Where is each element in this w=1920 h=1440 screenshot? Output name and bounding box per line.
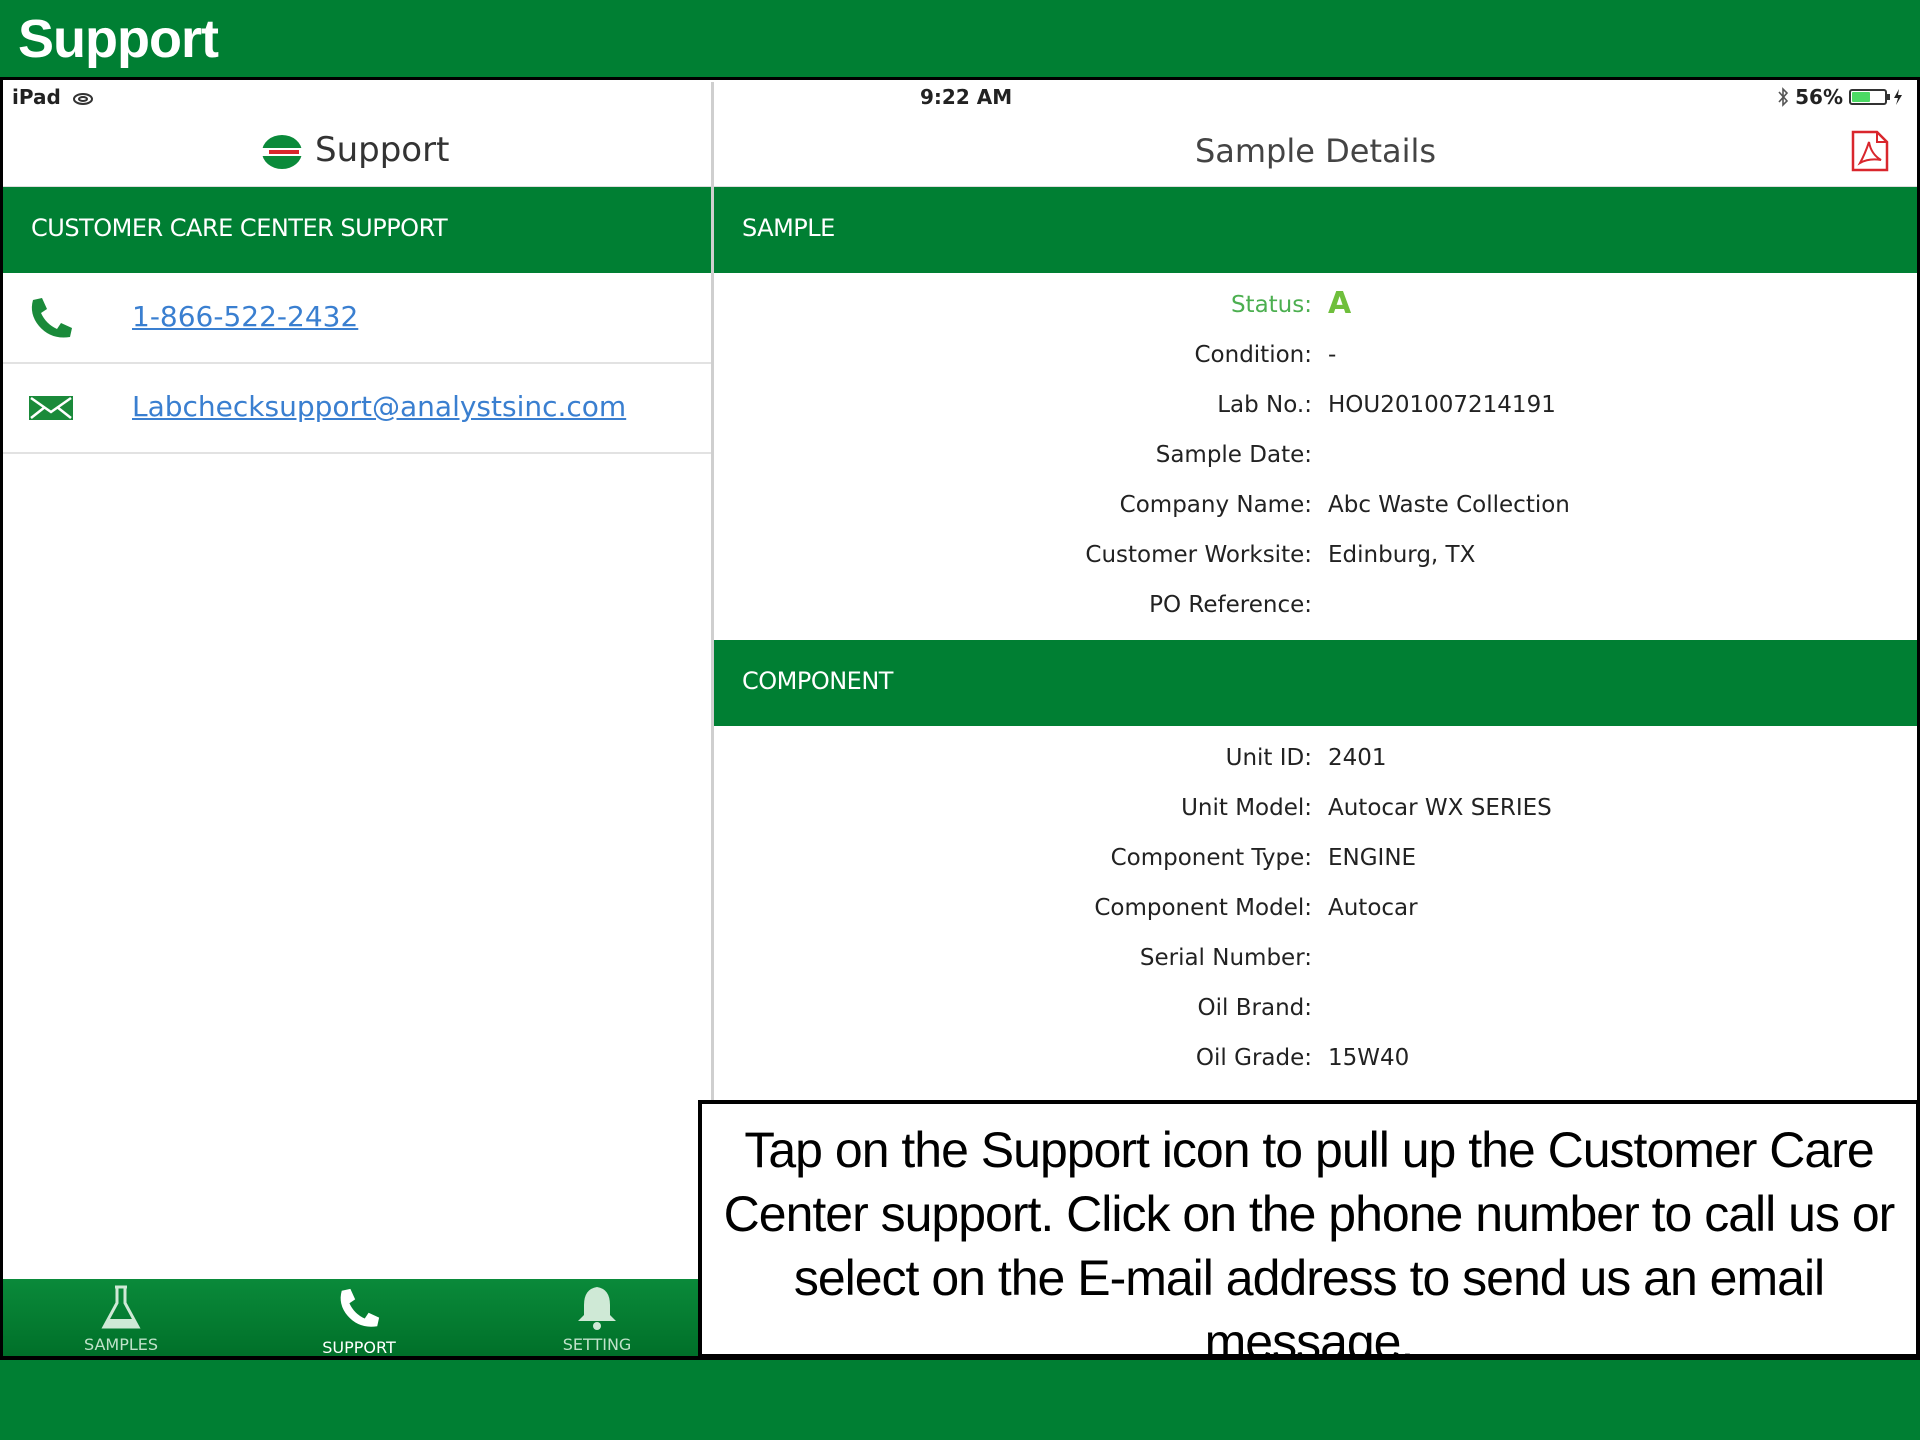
field-row: Oil Grade: 15W40: [714, 1035, 1917, 1085]
field-row: Sample Date:: [714, 432, 1917, 482]
envelope-icon: [29, 396, 73, 420]
field-row: Customer Worksite: Edinburg, TX: [714, 532, 1917, 582]
field-row: Unit Model: Autocar WX SERIES: [714, 785, 1917, 835]
field-label: Oil Grade:: [1195, 1045, 1312, 1071]
field-label: Condition:: [1194, 342, 1312, 368]
customer-care-header-label: CUSTOMER CARE CENTER SUPPORT: [31, 214, 448, 242]
field-row: Condition: -: [714, 332, 1917, 382]
phone-row[interactable]: 1-866-522-2432: [3, 274, 711, 364]
field-value: Edinburg, TX: [1328, 542, 1476, 568]
phone-icon: [31, 298, 72, 338]
customer-care-header: CUSTOMER CARE CENTER SUPPORT: [3, 187, 711, 273]
master-nav-bar: Support: [3, 112, 711, 187]
tab-setting-label: SETTING: [562, 1335, 632, 1354]
field-label: Company Name:: [1119, 492, 1312, 518]
field-value: 15W40: [1328, 1045, 1410, 1071]
email-row[interactable]: Labchecksupport@analystsinc.com: [3, 364, 711, 454]
ios-status-bar: iPad 9:22 AM 56%: [3, 82, 1917, 112]
battery-percent: 56%: [1795, 85, 1843, 109]
field-row: Serial Number:: [714, 935, 1917, 985]
detail-title: Sample Details: [1194, 132, 1437, 170]
flask-icon: [101, 1285, 141, 1329]
field-label: Customer Worksite:: [1085, 542, 1312, 568]
field-label: Unit ID:: [1225, 745, 1312, 771]
field-label: Status:: [1230, 292, 1312, 318]
field-value: HOU201007214191: [1328, 392, 1556, 418]
tab-setting[interactable]: SETTING: [517, 1279, 677, 1356]
master-title: Support: [315, 130, 450, 170]
field-label: Unit Model:: [1181, 795, 1312, 821]
field-row: PO Reference:: [714, 582, 1917, 632]
field-value: ENGINE: [1328, 845, 1417, 871]
field-label: Oil Brand:: [1197, 995, 1312, 1021]
component-section-header: COMPONENT: [714, 640, 1917, 726]
field-row: Component Type: ENGINE: [714, 835, 1917, 885]
field-label: Lab No.:: [1217, 392, 1312, 418]
status-right: 56%: [1777, 85, 1903, 109]
field-value: Autocar: [1328, 895, 1418, 921]
device-label: iPad: [12, 85, 94, 109]
instruction-text: Tap on the Support icon to pull up the C…: [723, 1122, 1896, 1370]
tab-support-label: SUPPORT: [322, 1338, 396, 1357]
sample-section-label: SAMPLE: [742, 214, 835, 242]
field-row: Company Name: Abc Waste Collection: [714, 482, 1917, 532]
charging-icon: [1894, 89, 1902, 105]
field-row: Lab No.: HOU201007214191: [714, 382, 1917, 432]
field-label: Component Model:: [1094, 895, 1312, 921]
phone-link[interactable]: 1-866-522-2432: [132, 300, 358, 333]
field-value: Abc Waste Collection: [1328, 492, 1570, 518]
instruction-callout: Tap on the Support icon to pull up the C…: [698, 1100, 1920, 1370]
app-logo-icon: [262, 135, 302, 169]
slide-title-band: Support: [0, 0, 1920, 80]
pdf-icon[interactable]: [1851, 130, 1889, 172]
field-label: PO Reference:: [1149, 592, 1312, 618]
field-label: Sample Date:: [1155, 442, 1312, 468]
field-value: -: [1328, 342, 1337, 368]
tab-samples[interactable]: SAMPLES: [41, 1279, 201, 1356]
bell-icon: [578, 1287, 616, 1330]
slide-footer-band: [0, 1356, 1920, 1440]
tab-samples-label: SAMPLES: [83, 1335, 159, 1354]
field-label: Serial Number:: [1139, 945, 1312, 971]
bluetooth-icon: [1778, 87, 1789, 107]
field-value: 2401: [1328, 745, 1387, 771]
field-value: Autocar WX SERIES: [1328, 795, 1552, 821]
component-section-label: COMPONENT: [742, 667, 893, 695]
email-link[interactable]: Labchecksupport@analystsinc.com: [132, 390, 626, 423]
tab-bar: SAMPLES SUPPORT SETTING: [3, 1279, 700, 1357]
detail-nav-bar: Sample Details: [714, 112, 1917, 187]
phone-icon: [340, 1288, 380, 1327]
tab-support[interactable]: SUPPORT: [279, 1279, 439, 1357]
slide-title: Support: [18, 9, 219, 69]
wifi-icon: [72, 92, 93, 105]
clock: 9:22 AM: [920, 85, 1013, 109]
field-row: Oil Brand:: [714, 985, 1917, 1035]
field-row: Unit ID: 2401: [714, 735, 1917, 785]
battery-icon: [1849, 89, 1890, 105]
field-row: Component Model: Autocar: [714, 885, 1917, 935]
field-label: Component Type:: [1110, 845, 1312, 871]
sample-section-header: SAMPLE: [714, 187, 1917, 273]
status-badge: A: [1328, 286, 1352, 321]
field-row: Status: A: [714, 282, 1917, 332]
